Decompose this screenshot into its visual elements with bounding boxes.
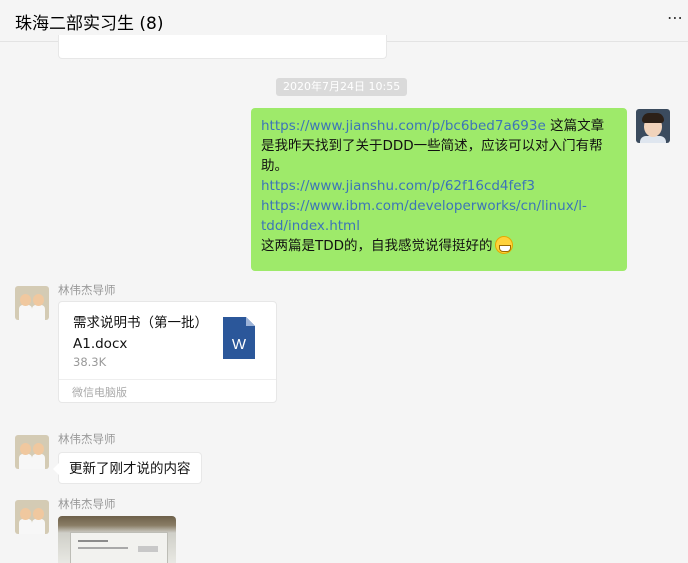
word-doc-icon: W [223,317,255,359]
grin-emoji-icon [494,236,513,254]
my-avatar[interactable] [636,109,670,143]
sender-name: 林伟杰导师 [58,283,116,297]
message-link-3[interactable]: https://www.ibm.com/developerworks/cn/li… [261,198,587,234]
previous-message-card[interactable] [58,35,387,59]
sender-name: 林伟杰导师 [58,432,116,446]
message-timestamp: 2020年7月24日 10:55 [276,78,408,96]
sender-avatar[interactable] [15,286,49,320]
sender-avatar[interactable] [15,435,49,469]
my-message-bubble[interactable]: https://www.jianshu.com/p/bc6bed7a693e 这… [251,108,627,271]
sender-avatar[interactable] [15,500,49,534]
message-text-4: 这两篇是TDD的，自我感觉说得挺好的 [261,238,493,254]
message-link-1[interactable]: https://www.jianshu.com/p/bc6bed7a693e [261,118,546,134]
file-name: 需求说明书（第一批）A1.docx [73,315,208,352]
message-link-2[interactable]: https://www.jianshu.com/p/62f16cd4fef3 [261,178,535,194]
file-card-divider [59,379,276,380]
file-source-label: 微信电脑版 [72,386,127,399]
sender-name: 林伟杰导师 [58,497,116,511]
file-attachment-card[interactable]: 需求说明书（第一批）A1.docx 38.3K W 微信电脑版 [58,301,277,403]
chat-title: 珠海二部实习生 (8) [15,14,164,34]
image-message-thumbnail[interactable] [58,516,176,563]
file-size: 38.3K [73,355,107,369]
svg-text:W: W [232,336,247,353]
more-options-icon[interactable]: ⋯ [667,8,684,27]
text-message-bubble[interactable]: 更新了刚才说的内容 [53,452,202,484]
